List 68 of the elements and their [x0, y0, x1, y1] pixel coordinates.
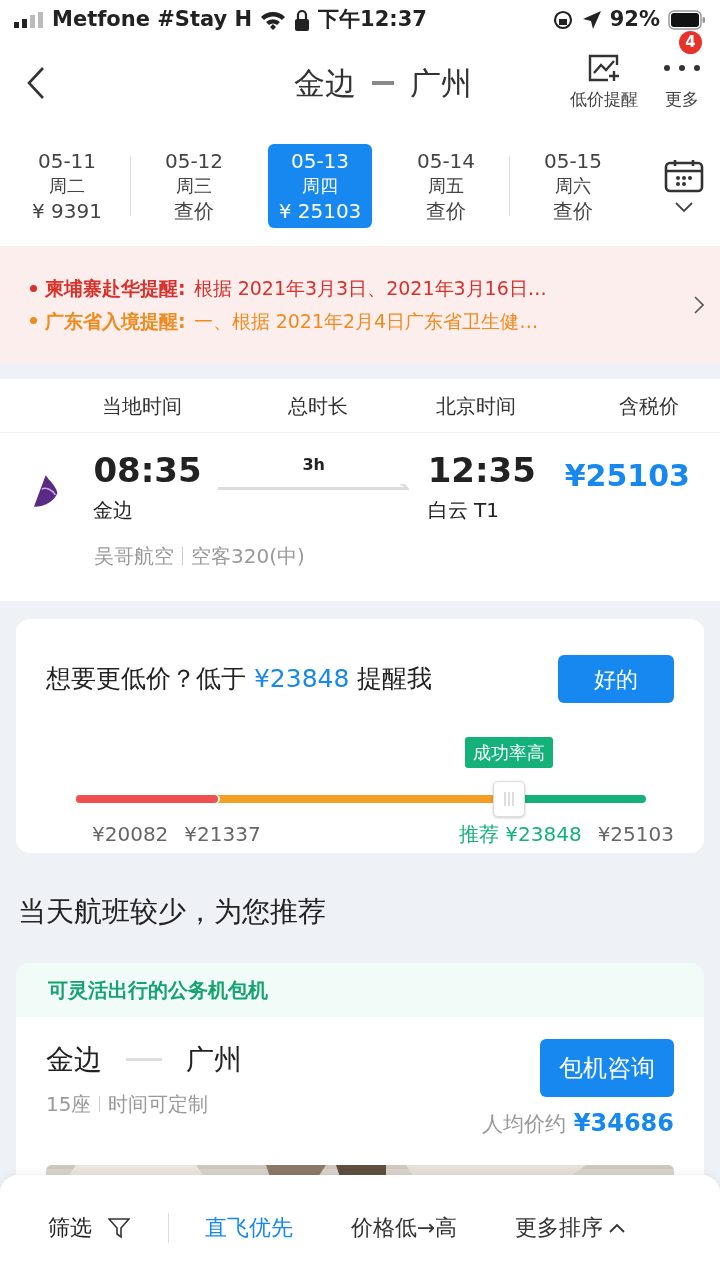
sort-option[interactable]: 更多排序	[515, 1211, 604, 1244]
notice-text: 根据 2021年3月3日、2021年3月16日…	[193, 276, 547, 301]
price-tick-label: ¥21337	[184, 821, 261, 848]
flight-price: ¥25103	[564, 457, 690, 495]
charter-inquiry-button[interactable]: 包机咨询	[540, 1039, 674, 1097]
success-tooltip: 成功率高	[465, 737, 554, 768]
slider-thumb[interactable]	[493, 781, 526, 817]
filter-icon	[108, 1216, 130, 1239]
grip-icon	[504, 792, 515, 806]
route-line-icon	[126, 1058, 162, 1062]
column-header: 当地时间	[102, 392, 182, 420]
arrival-time: 12:35	[427, 453, 537, 487]
more-link[interactable]: 更多	[665, 87, 699, 113]
wifi-icon	[260, 10, 287, 30]
section-title: 当天航班较少，为您推荐	[17, 894, 327, 930]
battery-percent: 92%	[609, 6, 660, 34]
destination-city: 广州	[186, 1042, 242, 1078]
caret-up-icon[interactable]	[609, 1222, 626, 1233]
price-alert-link[interactable]: 低价提醒	[570, 87, 638, 113]
schedule-note: 时间可定制	[108, 1091, 209, 1118]
calendar-icon[interactable]	[664, 159, 704, 193]
back-icon[interactable]	[26, 66, 46, 100]
notification-badge: 4	[679, 31, 702, 55]
charter-price: ¥34686	[573, 1108, 674, 1139]
date-tab[interactable]: 05-12 周三 查价	[131, 144, 257, 228]
column-header: 含税价	[619, 392, 679, 420]
price-alert-text: 想要更低价？低于 ¥23848 提醒我	[46, 663, 433, 696]
notice-text: 一、根据 2021年2月4日广东省卫生健…	[193, 308, 539, 334]
origin-city: 金边	[46, 1042, 102, 1078]
location-icon	[581, 10, 602, 30]
price-tick-label: ¥20082	[92, 821, 169, 848]
arrival-airport: 白云 T1	[427, 497, 500, 524]
flight-arrow-icon	[217, 483, 410, 493]
date-tab[interactable]: 05-11 周二 ¥ 9391	[4, 144, 130, 228]
departure-time: 08:35	[93, 453, 203, 487]
flight-duration: 3h	[302, 454, 325, 476]
destination-city: 广州	[410, 63, 472, 103]
price-label: 人均价约	[481, 1111, 566, 1138]
departure-airport: 金边	[93, 497, 135, 524]
aircraft-type: 空客320(中)	[191, 543, 305, 570]
charter-tag: 可灵活出行的公务机包机	[16, 963, 704, 1017]
sort-option[interactable]: 价格低→高	[351, 1211, 458, 1244]
signal-icon	[14, 12, 44, 28]
column-header: 总时长	[288, 392, 348, 420]
date-tab[interactable]: 05-13 周四 ¥ 25103	[268, 144, 372, 228]
confirm-button[interactable]: 好的	[558, 655, 674, 703]
rotation-lock-icon	[551, 9, 574, 31]
recommended-price: 推荐 ¥23848	[458, 821, 582, 848]
chart-plus-icon[interactable]	[587, 53, 621, 84]
slider-track[interactable]	[76, 795, 646, 803]
date-tab[interactable]: 05-15 周六 查价	[510, 144, 636, 228]
price-tick-label: ¥25103	[597, 821, 674, 848]
notice-title: 柬埔寨赴华提醒:	[45, 276, 186, 301]
seat-count: 15座	[46, 1091, 92, 1118]
notice-title: 广东省入境提醒:	[45, 308, 186, 334]
clock-time: 下午12:37	[318, 6, 427, 34]
chevron-right-icon[interactable]	[694, 295, 704, 314]
route-dash-icon	[372, 80, 394, 86]
column-header: 北京时间	[436, 392, 516, 420]
sort-option[interactable]: 直飞优先	[205, 1211, 293, 1244]
origin-city: 金边	[294, 63, 356, 103]
carrier-name: Metfone #Stay H	[52, 6, 253, 34]
lock-icon	[294, 9, 311, 31]
filter-button[interactable]: 筛选	[48, 1211, 154, 1244]
airline-name: 吴哥航空	[94, 543, 174, 570]
date-tab[interactable]: 05-14 周五 查价	[383, 144, 509, 228]
chevron-down-icon[interactable]	[674, 201, 694, 213]
battery-icon	[668, 10, 706, 30]
